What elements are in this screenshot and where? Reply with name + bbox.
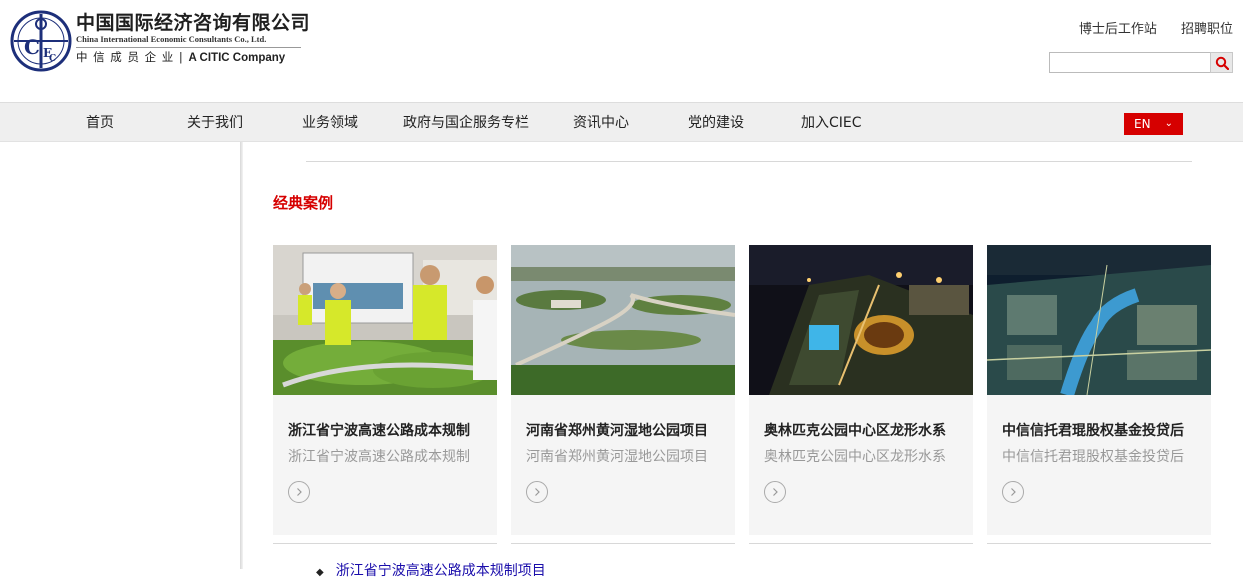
logo[interactable]: C E C 中国国际经济咨询有限公司 China International E… [10,10,310,72]
chevron-right-glyph [1011,488,1016,496]
case-title: 中信信托君琨股权基金投贷后 [1002,423,1184,439]
card-underline [511,543,735,544]
case-title: 河南省郑州黄河湿地公园项目 [526,423,708,439]
list-item-link[interactable]: 浙江省宁波高速公路成本规制项目 [336,563,546,579]
jobs-link[interactable]: 招聘职位 [1181,22,1233,37]
case-image [511,245,735,395]
case-card[interactable]: 中信信托君琨股权基金投贷后 中信信托君琨股权基金投贷后 [987,245,1211,535]
citic-tagline-en: A CITIC Company [188,52,286,64]
chevron-right-icon[interactable] [288,481,310,503]
chevron-right-icon[interactable] [764,481,786,503]
main-nav: 首页 关于我们 业务领域 政府与国企服务专栏 资讯中心 党的建设 加入CIEC … [0,102,1243,142]
case-image [749,245,973,395]
case-subtitle: 河南省郑州黄河湿地公园项目 [526,449,708,465]
card-underline [749,543,973,544]
nav-home[interactable]: 首页 [86,103,114,143]
case-image [987,245,1211,395]
language-label: EN [1134,117,1151,131]
company-name-en: China International Economic Consultants… [76,34,301,48]
section-title: 经典案例 [273,194,334,212]
card-underline [273,543,497,544]
case-card[interactable]: 河南省郑州黄河湿地公园项目 河南省郑州黄河湿地公园项目 [511,245,735,535]
content-edge [240,142,243,569]
top-links: 博士后工作站 招聘职位 [1059,18,1233,37]
svg-text:C: C [24,35,40,59]
language-select[interactable]: EN ⌄ [1124,113,1183,135]
company-name-cn: 中国国际经济咨询有限公司 [76,12,311,34]
chevron-right-glyph [773,488,778,496]
nav-join[interactable]: 加入CIEC [801,103,862,143]
chevron-right-glyph [297,488,302,496]
nav-government-soe[interactable]: 政府与国企服务专栏 [403,103,529,143]
search-icon [1215,56,1229,70]
case-subtitle: 中信信托君琨股权基金投贷后 [1002,449,1184,465]
logo-text: 中国国际经济咨询有限公司 China International Economi… [76,12,311,67]
case-image-photo [987,245,1211,395]
case-subtitle: 浙江省宁波高速公路成本规制 [288,449,470,465]
citic-tagline: 中 信 成 员 企 业 | A CITIC Company [76,48,301,67]
svg-text:C: C [49,54,56,64]
ciec-logo-icon: C E C [10,10,72,72]
nav-party[interactable]: 党的建设 [688,103,744,143]
case-title: 浙江省宁波高速公路成本规制 [288,423,470,439]
card-underline [987,543,1211,544]
case-image-photo [511,245,735,395]
chevron-right-icon[interactable] [526,481,548,503]
chevron-right-glyph [535,488,540,496]
search-box [1049,52,1233,73]
case-card[interactable]: 浙江省宁波高速公路成本规制 浙江省宁波高速公路成本规制 [273,245,497,535]
citic-tagline-cn: 中 信 成 员 企 业 | [76,50,184,64]
case-card[interactable]: 奥林匹克公园中心区龙形水系 奥林匹克公园中心区龙形水系 [749,245,973,535]
header: C E C 中国国际经济咨询有限公司 China International E… [0,0,1243,102]
case-subtitle: 奥林匹克公园中心区龙形水系 [764,449,946,465]
nav-business[interactable]: 业务领域 [302,103,358,143]
postdoc-link[interactable]: 博士后工作站 [1079,22,1157,37]
chevron-down-icon: ⌄ [1164,118,1173,129]
chevron-right-icon[interactable] [1002,481,1024,503]
divider [306,161,1192,162]
case-image-photo [749,245,973,395]
case-title: 奥林匹克公园中心区龙形水系 [764,423,946,439]
search-button[interactable] [1210,52,1233,73]
nav-about[interactable]: 关于我们 [187,103,243,143]
case-image-photo [273,245,497,395]
search-input[interactable] [1049,52,1213,73]
case-image [273,245,497,395]
list-item[interactable]: ◆ 浙江省宁波高速公路成本规制项目 [316,560,546,580]
nav-news[interactable]: 资讯中心 [573,103,629,143]
